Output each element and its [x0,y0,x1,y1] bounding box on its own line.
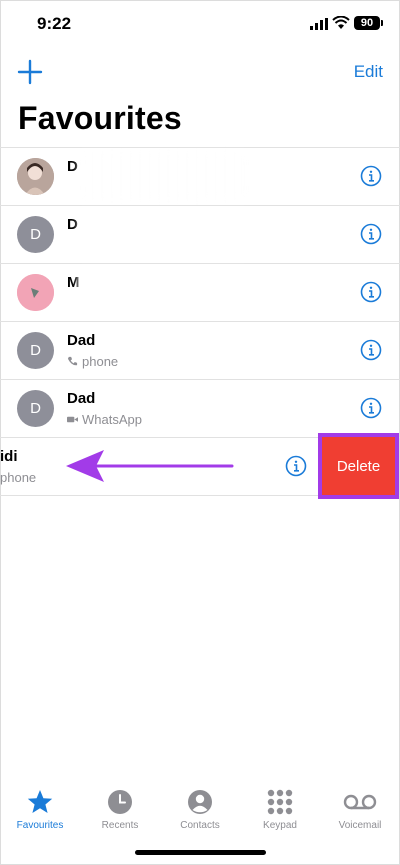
contact-name: idi [0,448,18,465]
home-indicator [135,850,266,855]
contact-name: D [67,216,78,233]
contact-detail-label: WhatsApp [82,412,142,427]
avatar-photo-icon [17,158,54,195]
wifi-icon [332,16,350,29]
tab-favourites[interactable]: Favourites [0,780,80,840]
contact-detail-label: phone [0,470,37,485]
avatar: D [17,390,54,427]
contact-name: Dad [67,332,96,349]
signal-icon [310,18,328,30]
tab-voicemail[interactable]: Voicemail [320,780,400,840]
contact-detail: phone [0,470,36,485]
video-icon [67,416,78,423]
contact-detail: phone [67,354,118,369]
avatar: D [17,332,54,369]
blurred-region [78,268,248,316]
status-time: 9:22 [37,14,72,33]
clock-icon [108,790,132,814]
add-favourite-button[interactable] [16,58,44,86]
info-icon[interactable] [285,455,307,477]
tab-label: Recents [101,820,139,831]
contact-detail: WhatsApp [67,412,142,427]
avatar [17,274,54,311]
info-icon[interactable] [360,397,382,419]
star-icon [27,790,53,813]
favourites-list: D D D M D Dad phone D Dad WhatsApp idi p… [0,147,400,499]
tab-label: Keypad [263,820,297,831]
tab-contacts[interactable]: Contacts [160,780,240,840]
contact-detail-label: phone [82,354,119,369]
list-item[interactable]: D Dad phone [0,321,400,379]
avatar-photo-icon [17,274,54,311]
tab-label: Voicemail [338,820,382,831]
avatar: D [17,216,54,253]
info-icon[interactable] [360,281,382,303]
contact-name: Dad [67,390,96,407]
tab-recents[interactable]: Recents [80,780,160,840]
phone-icon [67,356,78,366]
battery-icon: 90 [354,16,380,30]
info-icon[interactable] [360,339,382,361]
edit-button[interactable]: Edit [354,62,383,82]
voicemail-icon [343,794,377,810]
swipe-arrow-icon [66,450,234,482]
list-item[interactable]: D D [0,205,400,263]
blurred-region [78,210,248,258]
person-icon [188,790,212,814]
tab-keypad[interactable]: Keypad [240,780,320,840]
tab-label: Favourites [16,820,64,831]
contact-name: D [67,158,78,175]
list-item-swiped[interactable]: idi phone Delete [0,433,400,499]
status-bar: 9:22 90 [0,0,400,50]
list-item[interactable]: M [0,263,400,321]
tab-label: Contacts [180,820,220,831]
list-item[interactable]: D Dad WhatsApp [0,379,400,437]
info-icon[interactable] [360,165,382,187]
info-icon[interactable] [360,223,382,245]
blurred-region [78,152,248,200]
keypad-icon [267,789,293,815]
battery-tip [381,20,383,26]
tab-bar: Favourites Recents Contacts Keypad Voice… [0,780,400,840]
avatar [17,158,54,195]
page-title: Favourites [18,100,182,136]
delete-button[interactable]: Delete [318,433,399,499]
delete-label: Delete [336,457,381,475]
list-item[interactable]: D [0,147,400,205]
